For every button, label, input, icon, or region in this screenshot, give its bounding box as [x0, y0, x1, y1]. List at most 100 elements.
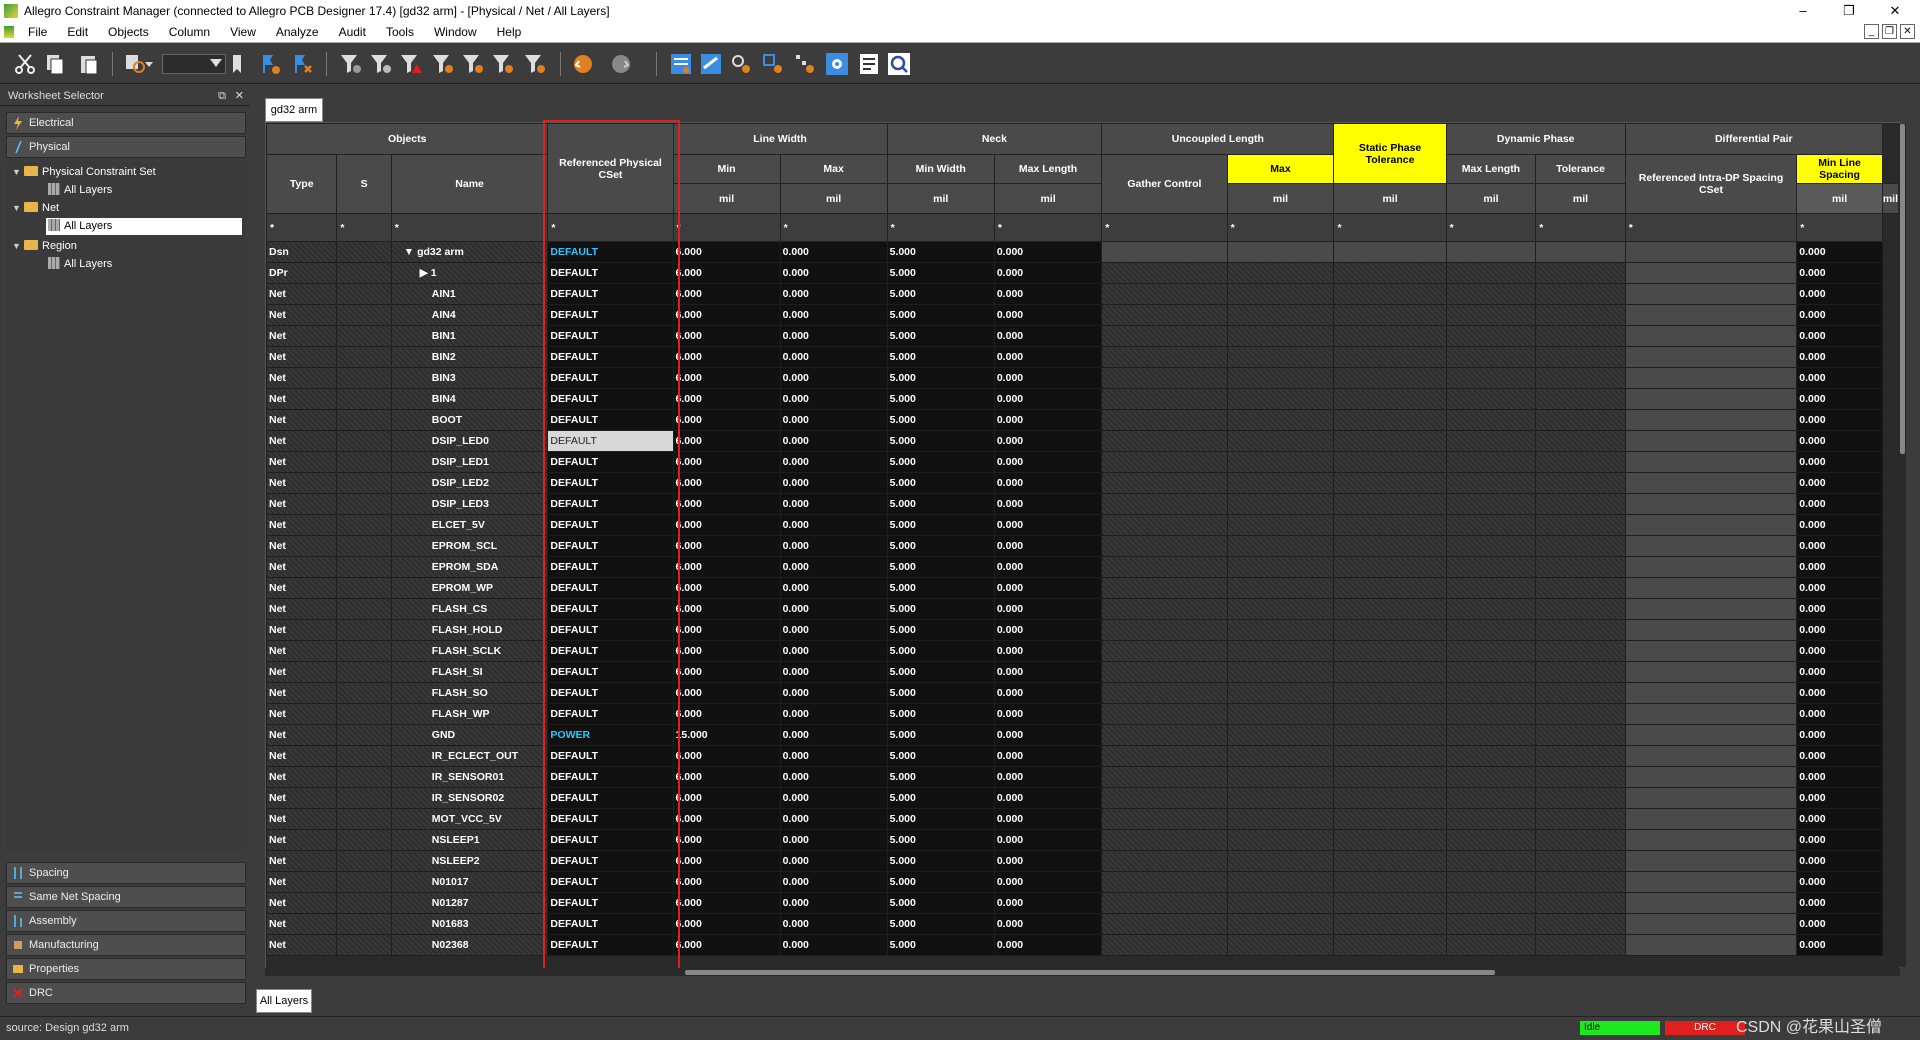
uncoupled-max-cell[interactable]	[1226, 724, 1335, 746]
worksheet-physical[interactable]: Physical	[6, 136, 246, 158]
neck-max-length-cell[interactable]: 0.000	[993, 346, 1103, 368]
header-min-line-spacing[interactable]: Min Line Spacing	[1796, 154, 1883, 184]
cset-cell[interactable]: DEFAULT	[547, 598, 674, 620]
static-phase-cell[interactable]	[1333, 682, 1447, 704]
name-cell[interactable]: MOT_VCC_5V	[390, 808, 549, 830]
neck-max-length-cell[interactable]: 0.000	[993, 493, 1103, 515]
table-row[interactable]: Net FLASH_SCLK DEFAULT 6.000 0.000 5.000 0.000…	[266, 640, 1899, 662]
neck-max-length-cell[interactable]: 0.000	[993, 451, 1103, 473]
neck-min-width-cell[interactable]: 5.000	[886, 388, 995, 410]
table-row[interactable]: Net FLASH_HOLD DEFAULT 6.000 0.000 5.000 0.000…	[266, 619, 1899, 641]
type-cell[interactable]: Net	[266, 871, 338, 893]
dp-max-length-cell[interactable]	[1445, 325, 1537, 347]
intra-dp-cset-cell[interactable]	[1624, 787, 1798, 809]
dp-max-length-cell[interactable]	[1445, 304, 1537, 326]
dp-max-length-cell[interactable]	[1445, 367, 1537, 389]
s-cell[interactable]	[336, 535, 392, 557]
type-cell[interactable]: Net	[266, 745, 338, 767]
gather-control-cell[interactable]	[1101, 871, 1228, 893]
neck-max-length-cell[interactable]: 0.000	[993, 682, 1103, 704]
static-phase-cell[interactable]	[1333, 577, 1447, 599]
s-cell[interactable]	[336, 682, 392, 704]
neck-min-width-cell[interactable]: 5.000	[886, 850, 995, 872]
worksheet-icon-2[interactable]	[698, 51, 724, 77]
type-cell[interactable]: Net	[266, 556, 338, 578]
min-line-spacing-cell[interactable]: 0.000	[1796, 892, 1883, 914]
lw-min-cell[interactable]: 6.000	[672, 577, 781, 599]
report-icon[interactable]	[856, 51, 882, 77]
dp-tolerance-cell[interactable]	[1535, 661, 1626, 683]
lw-min-cell[interactable]: 6.000	[672, 661, 781, 683]
lw-max-cell[interactable]: 0.000	[779, 283, 888, 305]
gather-control-cell[interactable]	[1101, 241, 1228, 263]
lw-max-cell[interactable]: 0.000	[779, 850, 888, 872]
lw-min-cell[interactable]: 6.000	[672, 640, 781, 662]
gather-control-cell[interactable]	[1101, 556, 1228, 578]
intra-dp-cset-cell[interactable]	[1624, 493, 1798, 515]
cset-cell[interactable]: DEFAULT	[547, 766, 674, 788]
dp-tolerance-cell[interactable]	[1535, 724, 1626, 746]
lw-min-cell[interactable]: 6.000	[672, 682, 781, 704]
dp-max-length-cell[interactable]	[1445, 598, 1537, 620]
uncoupled-max-cell[interactable]	[1226, 766, 1335, 788]
table-row[interactable]: Net DSIP_LED2 DEFAULT 6.000 0.000 5.000 0.000 0…	[266, 472, 1899, 494]
min-line-spacing-cell[interactable]: 0.000	[1796, 514, 1883, 536]
dp-tolerance-cell[interactable]	[1535, 535, 1626, 557]
gather-control-cell[interactable]	[1101, 388, 1228, 410]
intra-dp-cset-cell[interactable]	[1624, 535, 1798, 557]
maximize-button[interactable]: ❐	[1826, 0, 1872, 22]
name-cell[interactable]: FLASH_WP	[390, 703, 549, 725]
uncoupled-max-cell[interactable]	[1226, 262, 1335, 284]
static-phase-cell[interactable]	[1333, 283, 1447, 305]
dp-tolerance-cell[interactable]	[1535, 892, 1626, 914]
uncoupled-max-cell[interactable]	[1226, 619, 1335, 641]
static-phase-cell[interactable]	[1333, 388, 1447, 410]
filter-cell[interactable]: *	[336, 213, 392, 242]
lw-max-cell[interactable]: 0.000	[779, 325, 888, 347]
s-cell[interactable]	[336, 283, 392, 305]
static-phase-cell[interactable]	[1333, 703, 1447, 725]
min-line-spacing-cell[interactable]: 0.000	[1796, 535, 1883, 557]
lw-min-cell[interactable]: 6.000	[672, 913, 781, 935]
neck-max-length-cell[interactable]: 0.000	[993, 598, 1103, 620]
gather-control-cell[interactable]	[1101, 661, 1228, 683]
lw-min-cell[interactable]: 6.000	[672, 283, 781, 305]
menu-view[interactable]: View	[220, 22, 266, 43]
type-cell[interactable]: Net	[266, 472, 338, 494]
settings-icon[interactable]	[824, 51, 850, 77]
uncoupled-max-cell[interactable]	[1226, 850, 1335, 872]
static-phase-cell[interactable]	[1333, 451, 1447, 473]
min-line-spacing-cell[interactable]: 0.000	[1796, 724, 1883, 746]
lw-max-cell[interactable]: 0.000	[779, 829, 888, 851]
intra-dp-cset-cell[interactable]	[1624, 367, 1798, 389]
filter-icon-7[interactable]	[522, 51, 548, 77]
filter-icon-4[interactable]	[430, 51, 456, 77]
neck-min-width-cell[interactable]: 5.000	[886, 871, 995, 893]
neck-min-width-cell[interactable]: 5.000	[886, 703, 995, 725]
worksheet-properties[interactable]: Properties	[6, 958, 246, 980]
uncoupled-max-cell[interactable]	[1226, 346, 1335, 368]
dp-max-length-cell[interactable]	[1445, 409, 1537, 431]
lw-max-cell[interactable]: 0.000	[779, 913, 888, 935]
close-button[interactable]: ✕	[1872, 0, 1918, 22]
dp-tolerance-cell[interactable]	[1535, 493, 1626, 515]
gather-control-cell[interactable]	[1101, 808, 1228, 830]
lw-max-cell[interactable]: 0.000	[779, 745, 888, 767]
min-line-spacing-cell[interactable]: 0.000	[1796, 346, 1883, 368]
min-line-spacing-cell[interactable]: 0.000	[1796, 325, 1883, 347]
gather-control-cell[interactable]	[1101, 367, 1228, 389]
s-cell[interactable]	[336, 472, 392, 494]
header-lw-max[interactable]: Max	[779, 154, 888, 184]
type-cell[interactable]: Net	[266, 493, 338, 515]
filter-icon-6[interactable]	[490, 51, 516, 77]
type-cell[interactable]: Net	[266, 661, 338, 683]
header-neck-min-width[interactable]: Min Width	[886, 154, 995, 184]
cset-cell[interactable]: DEFAULT	[547, 661, 674, 683]
lw-min-cell[interactable]: 6.000	[672, 388, 781, 410]
undo-icon[interactable]	[570, 51, 596, 77]
uncoupled-max-cell[interactable]	[1226, 451, 1335, 473]
static-phase-cell[interactable]	[1333, 661, 1447, 683]
type-cell[interactable]: Net	[266, 703, 338, 725]
uncoupled-max-cell[interactable]	[1226, 598, 1335, 620]
paste-icon[interactable]	[76, 51, 102, 77]
